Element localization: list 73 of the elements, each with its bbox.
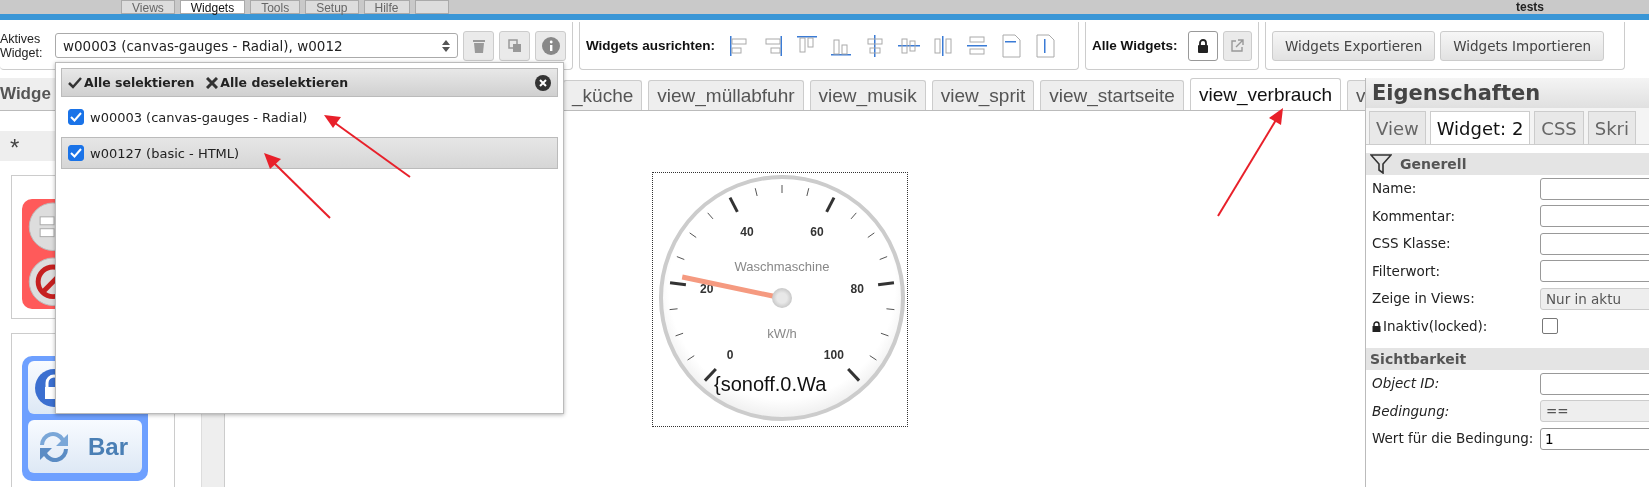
menu-tab[interactable]: Tools — [250, 0, 301, 14]
scale-label: 80 — [850, 281, 864, 296]
canvas-tab[interactable]: view_müllabfuhr — [648, 80, 804, 110]
menu-tab[interactable]: Hilfe — [363, 0, 410, 14]
external-link-icon — [1230, 38, 1245, 53]
filter-icon — [1370, 154, 1392, 174]
checkbox[interactable] — [68, 109, 84, 125]
canvas-tab[interactable]: v — [1347, 80, 1365, 110]
canvas-tab[interactable]: view_startseite — [1040, 80, 1184, 110]
project-title: tests — [1516, 0, 1544, 14]
align-label: Widgets ausrichten: — [586, 38, 715, 53]
info-icon — [541, 36, 560, 55]
blank-tab[interactable] — [414, 0, 449, 14]
field-label: CSS Klasse: — [1372, 236, 1451, 252]
toolbar-button[interactable]: Widgets Importieren — [1440, 30, 1605, 61]
field-label: Kommentar: — [1372, 208, 1456, 224]
select-field[interactable]: Nur in aktu — [1540, 287, 1649, 310]
scale-label: 0 — [726, 347, 734, 362]
field-label: Inaktiv(locked): — [1383, 318, 1488, 334]
copy-button[interactable] — [499, 30, 531, 61]
menu-tab[interactable]: Setup — [305, 0, 359, 14]
delete-button[interactable] — [463, 30, 495, 61]
lock-icon — [1197, 38, 1210, 53]
properties-tab[interactable]: CSS — [1534, 111, 1584, 144]
properties-tab[interactable]: Skri — [1587, 111, 1637, 144]
close-icon[interactable] — [535, 74, 551, 91]
properties-tab[interactable]: View — [1369, 111, 1426, 144]
gauge-value: {sonoff.0.Wa — [714, 373, 827, 395]
lock-button[interactable] — [1188, 30, 1218, 61]
field-label: Name: — [1372, 181, 1417, 197]
properties-title: Eigenschaften — [1366, 78, 1649, 108]
updown-arrows-icon — [442, 39, 451, 52]
palette-button[interactable]: Bar — [28, 420, 142, 473]
needle-hub — [772, 288, 792, 308]
field-label: Zeige in Views: — [1372, 291, 1475, 307]
gauge-title: Waschmaschine — [734, 259, 830, 274]
canvas-tab[interactable]: view_sprit — [931, 80, 1035, 110]
field-label: Bedingung: — [1372, 403, 1450, 419]
checkbox[interactable] — [68, 145, 84, 161]
scale-label: 40 — [740, 224, 754, 239]
active-widget-select[interactable]: w00003 (canvas-gauges - Radial), w0012 — [54, 33, 459, 58]
dropdown-item[interactable]: w00127 (basic - HTML) — [61, 137, 558, 169]
menu-tab[interactable]: Views — [121, 0, 175, 14]
trash-icon — [471, 37, 486, 54]
panel-title: Widge — [0, 84, 51, 104]
section-title: Sichtbarkeit — [1370, 351, 1467, 367]
scale-label: 100 — [823, 347, 844, 362]
canvas-tab[interactable]: view_musik — [809, 80, 926, 110]
lock-icon — [1372, 320, 1381, 332]
cross-icon — [206, 76, 219, 89]
gauge-units: kW/h — [767, 326, 797, 341]
select-field[interactable]: == — [1540, 400, 1649, 423]
info-button[interactable] — [535, 30, 566, 61]
section-title: Generell — [1400, 156, 1467, 172]
deselect-all-button[interactable]: Alle deselektieren — [206, 75, 349, 90]
field-label: Wert für die Bedingung: — [1372, 431, 1534, 447]
field-label: Filterwort: — [1372, 263, 1441, 279]
scale-label: 60 — [810, 224, 824, 239]
active-widget-label: Aktives Widget: — [0, 31, 44, 60]
annotation-arrow — [264, 153, 331, 219]
menu-tab[interactable]: Widgets — [179, 0, 246, 14]
dropdown-item[interactable]: w00003 (canvas-gauges - Radial) — [61, 101, 558, 133]
field-label: Object ID: — [1372, 376, 1440, 392]
canvas-tab[interactable]: _küche — [563, 80, 643, 110]
copy-icon — [506, 37, 523, 54]
properties-tab[interactable]: Widget: 2 — [1429, 111, 1531, 144]
all-widgets-label: Alle Widgets: — [1092, 38, 1178, 53]
toolbar-button[interactable]: Widgets Exportieren — [1272, 30, 1436, 61]
input-field[interactable]: 1 — [1540, 427, 1649, 450]
select-all-button[interactable]: Alle selektieren — [68, 75, 195, 90]
checkbox[interactable] — [1542, 318, 1558, 335]
canvas-tab[interactable]: view_verbrauch — [1189, 78, 1341, 110]
check-icon — [68, 76, 82, 89]
